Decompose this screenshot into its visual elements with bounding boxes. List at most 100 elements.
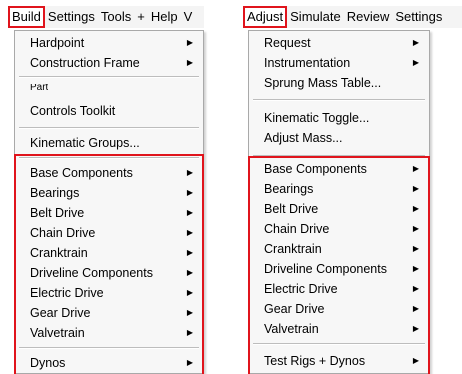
triangle-right-icon: ▶ [412,324,419,333]
menu-item-label: Driveline Components [264,262,387,276]
menu-item-base-components[interactable]: Base Components ▶ [249,159,429,179]
menu-build[interactable]: Build [8,6,45,28]
menu-item-label: Gear Drive [264,302,325,316]
menu-item-label: Electric Drive [30,286,104,300]
menu-item-chain-drive[interactable]: Chain Drive ▶ [15,223,203,243]
menu-item-cranktrain[interactable]: Cranktrain ▶ [249,239,429,259]
menu-item-label: Electric Drive [264,282,338,296]
menu-item-label: Valvetrain [264,322,319,336]
menu-item-label: Cranktrain [264,242,322,256]
triangle-right-icon: ▶ [412,284,419,293]
menu-separator [19,157,199,159]
menu-item-hardpoint[interactable]: Hardpoint ▶ [15,33,203,53]
menu-item-kinematic-groups[interactable]: Kinematic Groups... [15,133,203,153]
triangle-right-icon: ▶ [186,38,193,47]
triangle-right-icon: ▶ [412,184,419,193]
triangle-right-icon: ▶ [412,264,419,273]
triangle-right-icon: ▶ [186,288,193,297]
menu-item-adjust-mass[interactable]: Adjust Mass... [249,128,429,148]
menu-item-label: Cranktrain [30,246,88,260]
menu-tools[interactable]: Tools [98,6,134,28]
menu-item-label: Valvetrain [30,326,85,340]
menu-item-label: Belt Drive [30,206,85,220]
menu-item-belt-drive[interactable]: Belt Drive ▶ [249,199,429,219]
triangle-right-icon: ▶ [412,304,419,313]
menu-item-label: Bearings [30,186,80,200]
adjust-dropdown-menu: Request ▶ Instrumentation ▶ Sprung Mass Ta… [248,30,430,374]
triangle-right-icon: ▶ [186,58,193,67]
menu-truncated[interactable]: V [181,6,196,28]
triangle-right-icon: ▶ [412,58,419,67]
menu-separator [19,127,199,129]
menu-separator [19,76,199,78]
triangle-right-icon: ▶ [186,248,193,257]
menu-separator [253,343,425,345]
menu-item-label: Controls Toolkit [30,104,116,118]
triangle-right-icon: ▶ [186,188,193,197]
menu-item-test-rigs-dynos[interactable]: Test Rigs + Dynos ▶ [249,351,429,371]
menu-separator [253,155,425,157]
menu-item-bearings[interactable]: Bearings ▶ [15,183,203,203]
menubar-right: Adjust Simulate Review Settings [243,6,462,28]
triangle-right-icon: ▶ [412,224,419,233]
menu-separator [253,99,425,101]
build-dropdown-menu: Hardpoint ▶ Construction Frame ▶ Part Cont… [14,30,204,374]
menu-item-electric-drive[interactable]: Electric Drive ▶ [15,283,203,303]
triangle-right-icon: ▶ [412,204,419,213]
menu-item-label: Instrumentation [264,56,351,70]
menu-item-label: Base Components [30,166,133,180]
menu-item-driveline-components[interactable]: Driveline Components ▶ [15,263,203,283]
menu-item-request[interactable]: Request ▶ [249,33,429,53]
menu-item-label: Kinematic Toggle... [264,111,370,125]
menu-item-valvetrain[interactable]: Valvetrain ▶ [15,323,203,343]
menu-item-sprung-mass-table[interactable]: Sprung Mass Table... [249,73,429,93]
menu-item-label: Dynos [30,356,66,370]
menu-item-label: Hardpoint [30,36,85,50]
menu-item-gear-drive[interactable]: Gear Drive ▶ [249,299,429,319]
triangle-right-icon: ▶ [412,38,419,47]
menu-item-valvetrain[interactable]: Valvetrain ▶ [249,319,429,339]
menu-settings[interactable]: Settings [45,6,98,28]
menu-item-controls-toolkit[interactable]: Controls Toolkit [15,101,203,121]
menu-item-base-components[interactable]: Base Components ▶ [15,163,203,183]
triangle-right-icon: ▶ [412,164,419,173]
menu-item-instrumentation[interactable]: Instrumentation ▶ [249,53,429,73]
menu-item-label: Adjust Mass... [264,131,343,145]
triangle-right-icon: ▶ [186,268,193,277]
menu-item-construction-frame[interactable]: Construction Frame ▶ [15,53,203,73]
menu-item-belt-drive[interactable]: Belt Drive ▶ [15,203,203,223]
menu-item-label: Test Rigs + Dynos [264,354,366,368]
menu-adjust[interactable]: Adjust [243,6,288,28]
menu-item-partial: Part [30,84,49,90]
menu-item-label: Kinematic Groups... [30,136,140,150]
menu-item-label: Chain Drive [30,226,96,240]
menu-review[interactable]: Review [344,6,393,28]
menu-separator [19,347,199,349]
menu-item-chain-drive[interactable]: Chain Drive ▶ [249,219,429,239]
menu-item-dynos[interactable]: Dynos ▶ [15,353,203,373]
menu-help[interactable]: Help [148,6,181,28]
triangle-right-icon: ▶ [186,168,193,177]
menu-item-label: Request [264,36,311,50]
menu-item-label: Base Components [264,162,367,176]
menu-item-kinematic-toggle[interactable]: Kinematic Toggle... [249,108,429,128]
menu-item-label: Construction Frame [30,56,140,70]
menu-item-label: Sprung Mass Table... [264,76,382,90]
menu-item-electric-drive[interactable]: Electric Drive ▶ [249,279,429,299]
menu-settings[interactable]: Settings [392,6,445,28]
menu-simulate[interactable]: Simulate [287,6,344,28]
triangle-right-icon: ▶ [186,328,193,337]
menu-item-label: Belt Drive [264,202,319,216]
triangle-right-icon: ▶ [186,308,193,317]
triangle-right-icon: ▶ [186,228,193,237]
menubar-left: Build Settings Tools + Help V [8,6,204,28]
menu-item-driveline-components[interactable]: Driveline Components ▶ [249,259,429,279]
triangle-right-icon: ▶ [186,358,193,367]
menu-item-gear-drive[interactable]: Gear Drive ▶ [15,303,203,323]
menu-item-bearings[interactable]: Bearings ▶ [249,179,429,199]
menu-plus[interactable]: + [134,6,148,28]
menu-item-label: Bearings [264,182,314,196]
menu-item-label: Chain Drive [264,222,330,236]
menu-item-label: Driveline Components [30,266,153,280]
menu-item-cranktrain[interactable]: Cranktrain ▶ [15,243,203,263]
